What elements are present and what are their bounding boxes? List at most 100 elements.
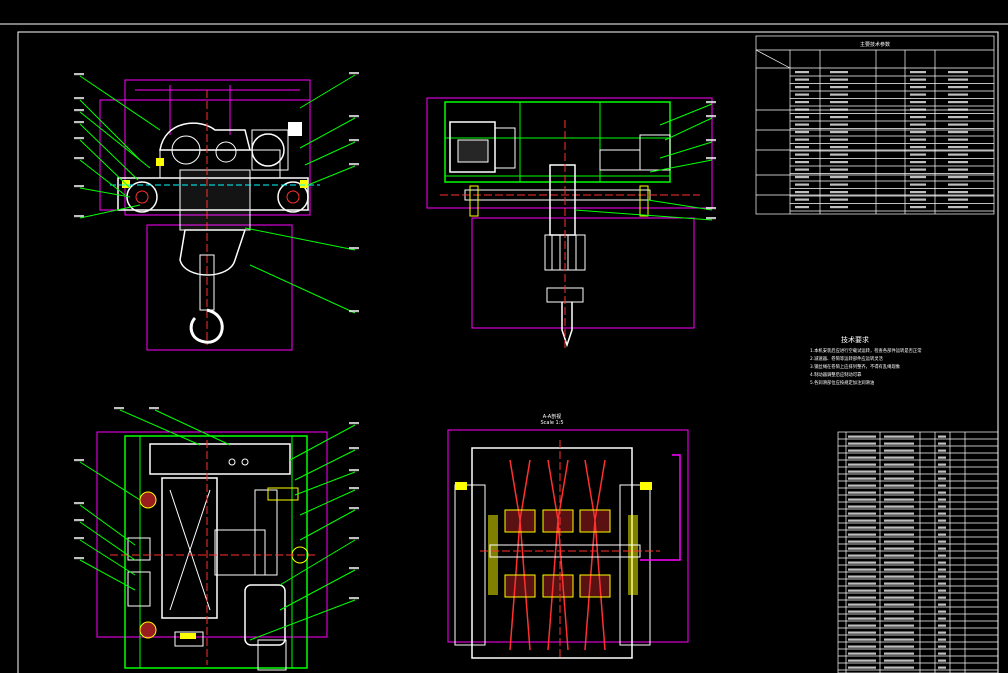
parts-cell-text: [938, 540, 946, 543]
parts-cell-text: [938, 435, 946, 438]
param-cell-text: [795, 131, 809, 134]
parts-cell-text: [938, 554, 946, 557]
parts-cell-text: [884, 645, 914, 648]
parts-cell-text: [884, 617, 914, 620]
param-cell-text: [830, 123, 848, 126]
parts-cell-text: [848, 477, 876, 480]
param-cell-text: [830, 116, 848, 119]
parts-cell-text: [938, 659, 946, 662]
param-cell-text: [910, 153, 926, 156]
parts-cell-text: [938, 652, 946, 655]
tech-requirements: 技术要求 1.本机安装后应进行空载试运转，检查各部件运转是否正常 2.减速器、卷…: [810, 335, 922, 386]
parts-cell-text: [884, 456, 914, 459]
parts-cell-text: [884, 666, 914, 669]
param-cell-text: [948, 131, 968, 134]
param-cell-text: [948, 153, 968, 156]
parts-cell-text: [938, 442, 946, 445]
balloon-number: [349, 310, 359, 313]
param-cell-text: [948, 101, 968, 104]
parts-cell-text: [848, 519, 876, 522]
param-cell-text: [948, 191, 968, 194]
param-cell-text: [948, 176, 968, 179]
parts-cell-text: [938, 631, 946, 634]
balloon-number: [74, 121, 84, 124]
param-cell-text: [830, 161, 848, 164]
param-cell-text: [830, 71, 848, 74]
param-cell-text: [795, 168, 809, 171]
param-cell-text: [795, 146, 809, 149]
parts-cell-text: [884, 610, 914, 613]
param-cell-text: [795, 71, 809, 74]
parts-cell-text: [884, 449, 914, 452]
param-cell-text: [795, 161, 809, 164]
parts-cell-text: [938, 505, 946, 508]
parameter-table-title: 主要技术参数: [860, 41, 890, 48]
param-cell-text: [948, 183, 968, 186]
parts-cell-text: [848, 526, 876, 529]
param-cell-text: [795, 101, 809, 104]
balloon-number: [349, 115, 359, 118]
parts-cell-text: [848, 617, 876, 620]
parts-cell-text: [938, 547, 946, 550]
parts-cell-text: [848, 666, 876, 669]
balloon-number: [74, 557, 84, 560]
parts-cell-text: [884, 603, 914, 606]
balloon-number: [74, 109, 84, 112]
parts-cell-text: [884, 512, 914, 515]
balloon-number: [74, 537, 84, 540]
parts-list-cells: [848, 435, 946, 669]
param-cell-text: [948, 71, 968, 74]
parts-cell-text: [848, 442, 876, 445]
view-front-elevation: [79, 74, 356, 351]
parts-cell-text: [884, 547, 914, 550]
param-cell-text: [910, 123, 926, 126]
param-cell-text: [910, 206, 926, 209]
view-side-elevation: [426, 97, 713, 350]
parts-cell-text: [848, 624, 876, 627]
tech-req-line-4: 4.制动器调整后应制动可靠: [810, 371, 862, 378]
balloon-number: [74, 459, 84, 462]
param-cell-text: [948, 138, 968, 141]
parts-cell-text: [848, 533, 876, 536]
param-cell-text: [910, 138, 926, 141]
parts-cell-text: [938, 519, 946, 522]
balloon-number: [349, 247, 359, 250]
parts-cell-text: [884, 575, 914, 578]
parts-cell-text: [848, 512, 876, 515]
parts-cell-text: [848, 463, 876, 466]
param-cell-text: [910, 86, 926, 89]
parts-cell-text: [848, 631, 876, 634]
param-cell-text: [910, 131, 926, 134]
parts-cell-text: [848, 554, 876, 557]
param-cell-text: [795, 153, 809, 156]
balloon-number: [349, 469, 359, 472]
parts-cell-text: [938, 666, 946, 669]
parts-cell-text: [938, 498, 946, 501]
tech-req-line-3: 3.钢丝绳在卷筒上应排列整齐，不得有乱绳现象: [810, 363, 901, 370]
parts-cell-text: [848, 596, 876, 599]
parts-cell-text: [884, 631, 914, 634]
balloon-number: [349, 597, 359, 600]
parts-cell-text: [884, 484, 914, 487]
param-cell-text: [830, 146, 848, 149]
parts-cell-text: [884, 526, 914, 529]
parts-cell-text: [848, 547, 876, 550]
parts-cell-text: [884, 554, 914, 557]
balloon-number: [349, 422, 359, 425]
parts-cell-text: [938, 575, 946, 578]
parts-cell-text: [938, 512, 946, 515]
parts-list: [837, 431, 999, 673]
parts-cell-text: [938, 526, 946, 529]
balloon-number: [706, 207, 716, 210]
parts-cell-text: [884, 442, 914, 445]
param-cell-text: [795, 123, 809, 126]
balloon-number: [349, 507, 359, 510]
param-cell-text: [795, 183, 809, 186]
parts-cell-text: [848, 568, 876, 571]
parts-cell-text: [938, 477, 946, 480]
parts-cell-text: [848, 638, 876, 641]
param-cell-text: [795, 86, 809, 89]
balloon-number: [349, 567, 359, 570]
param-cell-text: [795, 138, 809, 141]
balloon-number: [74, 215, 84, 218]
